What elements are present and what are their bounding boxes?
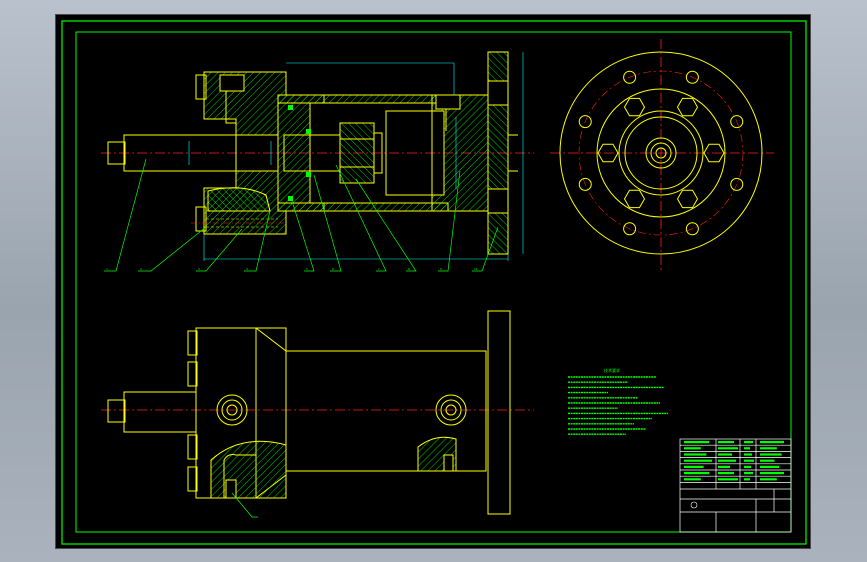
notes-heading: 技术要求: [604, 367, 620, 373]
balloon-6: 6: [332, 267, 334, 271]
outside-view: [101, 310, 534, 518]
title-block-entry: [760, 472, 784, 475]
title-block-fill: [684, 441, 784, 481]
main-section-view: [101, 51, 534, 261]
balloon-1: 1: [106, 267, 108, 271]
piston-nut: [339, 122, 375, 184]
title-block-entry: [744, 465, 751, 468]
title-block-entry: [684, 465, 704, 468]
title-block-entry: [718, 459, 736, 462]
title-block-entry: [744, 459, 754, 462]
piston-seal-bottom: [288, 196, 293, 201]
title-block-entry: [718, 441, 734, 444]
title-block: [679, 438, 792, 533]
title-block-entry: [744, 453, 752, 456]
title-block-entry: [684, 447, 701, 450]
assembly-drawing: 1 2 3 4 5 6 7 8 9 10 技术要求: [61, 20, 807, 545]
front-port: [219, 74, 245, 92]
title-block-entry: [718, 472, 734, 475]
barrel-wall-top: [277, 94, 449, 104]
rear-cap: [431, 94, 489, 212]
title-block-entry: [760, 465, 780, 468]
note-lines: [568, 376, 668, 435]
hex-bolt-head: [623, 97, 646, 117]
balloon-9: 9: [440, 267, 442, 271]
title-block-entry: [744, 447, 750, 450]
title-block-entry: [718, 447, 738, 450]
balloon-7: 7: [378, 267, 380, 271]
balloon-labels: 1 2 3 4 5 6 7 8 9 10: [106, 267, 478, 271]
barrel-wall-bottom: [277, 202, 449, 212]
outside-flange: [487, 310, 511, 515]
title-block-entry: [760, 447, 777, 450]
hex-bolt-head: [676, 189, 699, 209]
title-block-entry: [718, 453, 732, 456]
outside-rod-end: [107, 399, 126, 423]
title-block-entry: [760, 453, 782, 456]
outside-rod: [123, 391, 197, 433]
title-block-entry: [744, 472, 753, 475]
projection-symbol: [690, 501, 698, 509]
title-block-entry: [760, 441, 784, 444]
flange-end-view: [550, 39, 774, 273]
piston: [277, 102, 311, 204]
outside-breakout-front: [210, 440, 287, 499]
cad-viewport[interactable]: 1 2 3 4 5 6 7 8 9 10 技术要求: [55, 14, 811, 549]
hex-bolt-head: [676, 97, 699, 117]
title-block-entry: [760, 459, 775, 462]
title-block-entry: [760, 478, 777, 481]
title-block-entry: [718, 465, 730, 468]
piston-seal-top: [288, 105, 293, 110]
balloon-3: 3: [198, 267, 200, 271]
balloon-10: 10: [474, 267, 478, 271]
title-block-entry: [744, 441, 753, 444]
title-block-entry: [718, 478, 738, 481]
rear-port: [435, 94, 461, 110]
balloon-4: 4: [246, 267, 248, 271]
balloon-2: 2: [140, 267, 142, 271]
hex-bolt-head: [623, 189, 646, 209]
balloon-5: 5: [306, 267, 308, 271]
title-block-entry: [684, 453, 707, 456]
balloon-8: 8: [408, 267, 410, 271]
title-block-entry: [684, 472, 710, 475]
title-block-entry: [684, 441, 710, 444]
title-block-entry: [684, 459, 712, 462]
title-block-entry: [744, 478, 750, 481]
technical-notes: 技术要求: [568, 367, 668, 435]
title-block-entry: [684, 478, 701, 481]
